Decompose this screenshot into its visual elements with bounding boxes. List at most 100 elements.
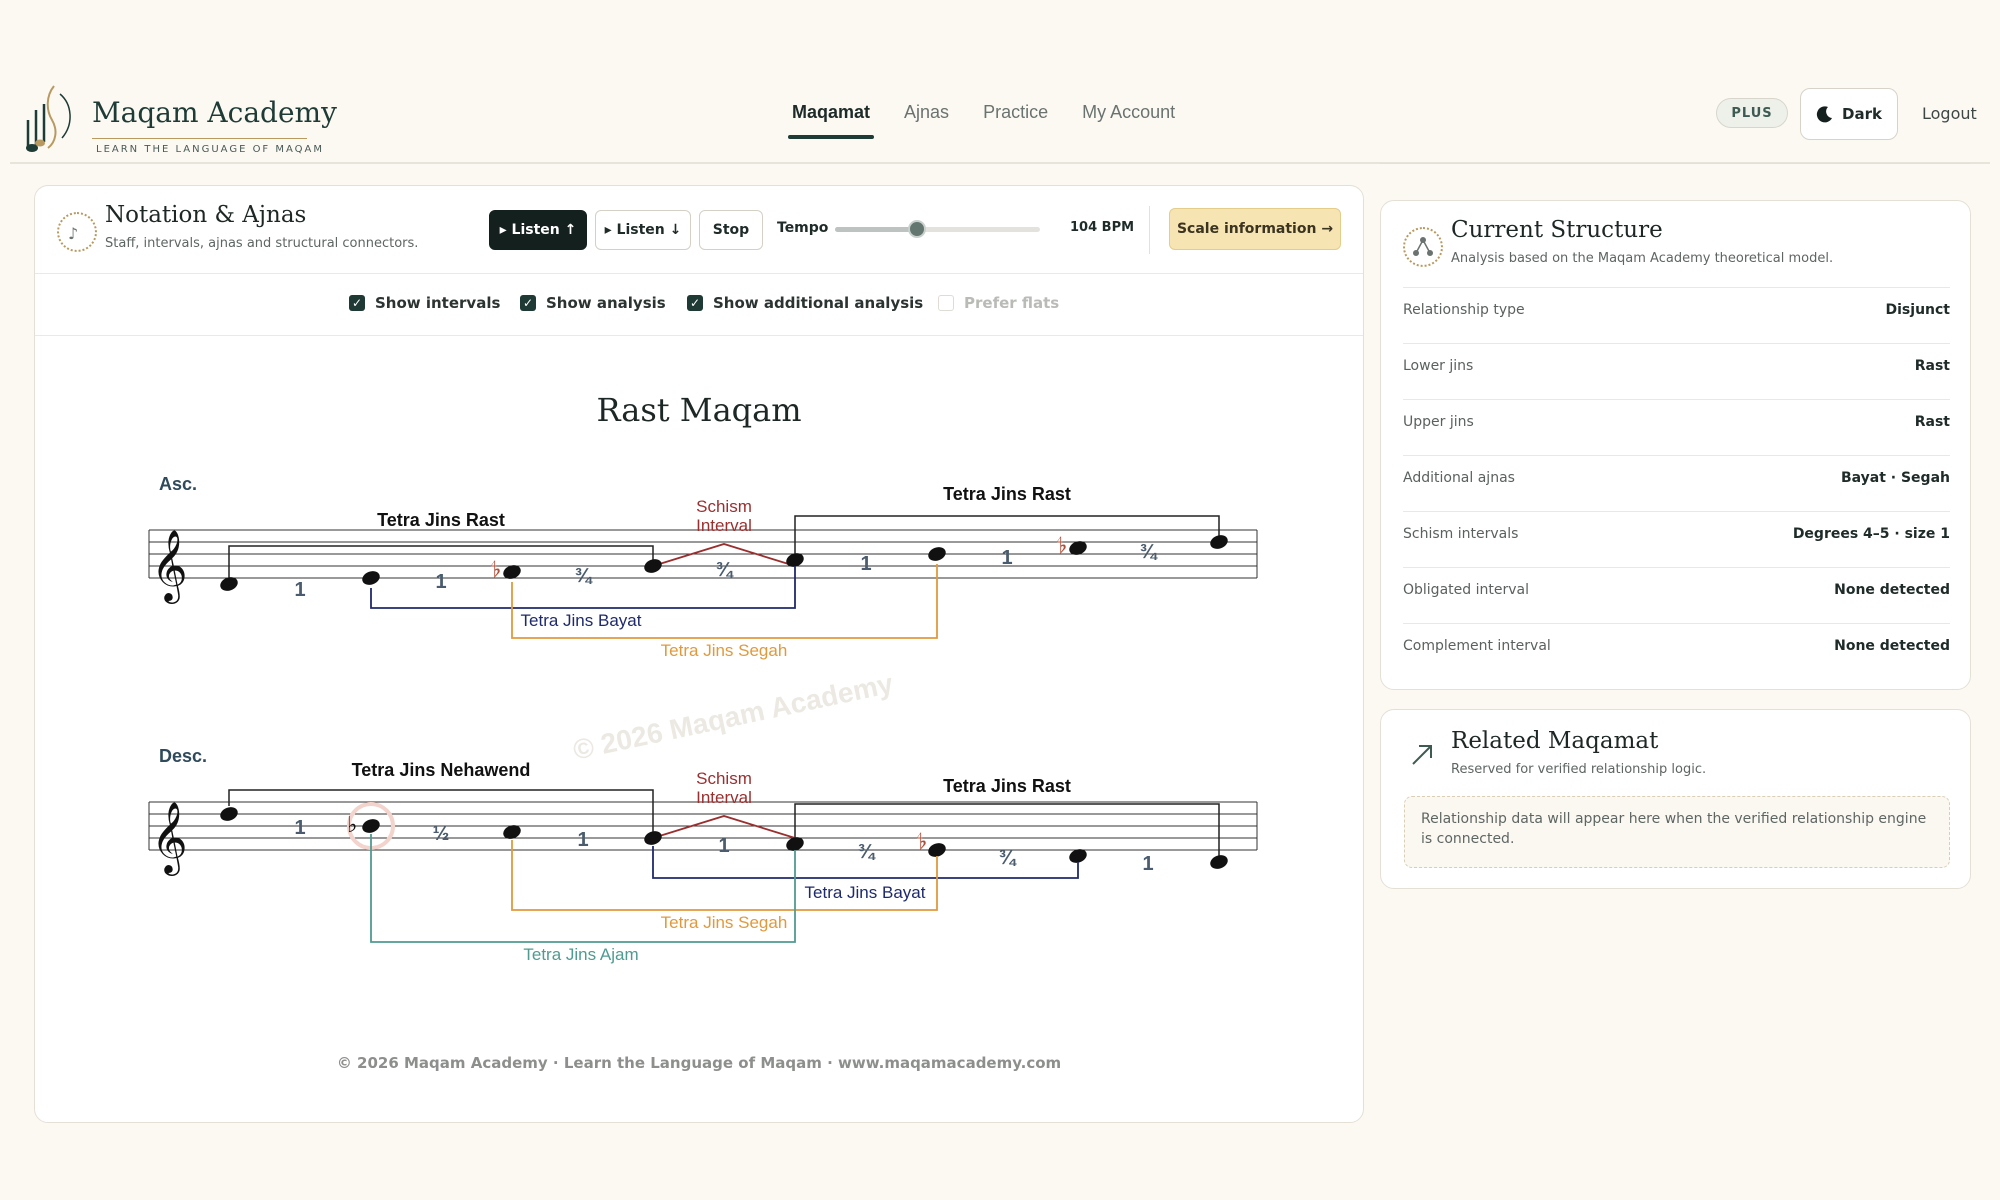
- display-options: ✓ Show intervals ✓ Show analysis ✓ Show …: [35, 274, 1363, 336]
- option-show-analysis[interactable]: ✓ Show analysis: [520, 294, 666, 312]
- plus-badge[interactable]: PLUS: [1716, 98, 1788, 128]
- half-flat-icon: 𝄳: [491, 560, 501, 582]
- arrow-up-right-icon: [1412, 745, 1432, 765]
- upper-jins-label: Tetra Jins Rast: [943, 484, 1071, 504]
- checkbox-checked-icon[interactable]: ✓: [520, 295, 536, 311]
- tempo-slider-thumb[interactable]: [908, 220, 926, 238]
- half-flat-icon: 𝄳: [1057, 536, 1067, 558]
- interval-label: ½: [433, 823, 450, 845]
- option-show-intervals[interactable]: ✓ Show intervals: [349, 294, 500, 312]
- option-show-additional-analysis[interactable]: ✓ Show additional analysis: [687, 294, 923, 312]
- row-key: Complement interval: [1403, 638, 1551, 654]
- treble-clef-icon: 𝄞: [151, 802, 188, 876]
- nav-item-maqamat[interactable]: Maqamat: [787, 102, 875, 139]
- structure-row-additional-ajnas: Additional ajnas Bayat · Segah: [1403, 455, 1950, 511]
- checkbox-checked-icon[interactable]: ✓: [687, 295, 703, 311]
- note: [362, 819, 380, 833]
- row-key: Lower jins: [1403, 358, 1474, 374]
- option-label: Prefer flats: [964, 294, 1060, 312]
- structure-row-relationship-type: Relationship type Disjunct: [1403, 287, 1950, 343]
- maqam-title: Rast Maqam: [596, 391, 801, 429]
- svg-text:♪: ♪: [68, 224, 78, 243]
- listen-ascending-button[interactable]: ▸ Listen ↑: [489, 210, 587, 250]
- related-placeholder-message: Relationship data will appear here when …: [1404, 796, 1950, 868]
- ascending-staff: Asc. 𝄞 Tetra Jins Rast Tetra Jins Rast S…: [148, 474, 1258, 660]
- interval-label: 1: [1142, 853, 1153, 875]
- note: [220, 807, 238, 821]
- bayat-jins-label: Tetra Jins Bayat: [805, 883, 926, 902]
- listen-descending-button[interactable]: ▸ Listen ↓: [595, 210, 691, 250]
- row-value: Rast: [1914, 358, 1950, 374]
- nav-item-my-account[interactable]: My Account: [1082, 102, 1175, 133]
- side-divider: [1380, 160, 1970, 164]
- descending-staff: Desc. 𝄞 Tetra Jins Nehawend Tetra Jins R…: [148, 746, 1258, 964]
- watermark: © 2026 Maqam Academy: [570, 668, 896, 766]
- structure-subtitle: Analysis based on the Maqam Academy theo…: [1451, 251, 1834, 266]
- interval-label: 1: [294, 817, 305, 839]
- nav-item-practice[interactable]: Practice: [983, 102, 1048, 133]
- descending-label: Desc.: [159, 746, 207, 766]
- notation-toolbar: ♪ Notation & Ajnas Staff, intervals, ajn…: [35, 186, 1363, 274]
- interval-label: ¾: [716, 559, 735, 581]
- tempo-slider[interactable]: [835, 220, 1040, 238]
- interval-label: ¾: [1140, 541, 1159, 563]
- notation-icon: ♪: [57, 212, 97, 252]
- staff-notation: Rast Maqam © 2026 Maqam Academy Asc. 𝄞 T…: [148, 391, 1258, 964]
- row-value: Degrees 4–5 · size 1: [1792, 526, 1950, 542]
- row-value: None detected: [1834, 582, 1950, 598]
- lower-jins-label: Tetra Jins Rast: [377, 510, 505, 530]
- schism-label-line2: Interval: [696, 516, 752, 535]
- note: [1210, 855, 1228, 869]
- note: [362, 571, 380, 585]
- note: [1210, 535, 1228, 549]
- checkbox-checked-icon[interactable]: ✓: [349, 295, 365, 311]
- moon-icon: [1816, 106, 1833, 123]
- option-label: Show additional analysis: [713, 294, 924, 312]
- segah-jins-label: Tetra Jins Segah: [661, 913, 788, 932]
- checkbox-unchecked-icon: [938, 295, 954, 311]
- row-key: Additional ajnas: [1403, 470, 1515, 486]
- scale-information-button[interactable]: Scale information →: [1169, 208, 1341, 250]
- note: [928, 547, 946, 561]
- related-subtitle: Reserved for verified relationship logic…: [1451, 762, 1707, 777]
- segah-jins-label: Tetra Jins Segah: [661, 641, 788, 660]
- row-key: Relationship type: [1403, 302, 1525, 318]
- logout-link[interactable]: Logout: [1922, 104, 1977, 123]
- note: [644, 559, 662, 573]
- tempo-value: 104 BPM: [1070, 220, 1135, 235]
- row-value: Rast: [1914, 414, 1950, 430]
- row-key: Upper jins: [1403, 414, 1474, 430]
- row-value: None detected: [1834, 638, 1950, 654]
- row-key: Obligated interval: [1403, 582, 1529, 598]
- related-title: Related Maqamat: [1451, 728, 1659, 754]
- row-value: Bayat · Segah: [1840, 470, 1950, 486]
- option-label: Show analysis: [546, 294, 666, 312]
- interval-label: 1: [294, 579, 305, 601]
- dark-mode-label: Dark: [1842, 105, 1882, 123]
- notation-title: Notation & Ajnas: [105, 202, 307, 228]
- interval-label: 1: [718, 835, 729, 857]
- bayat-jins-label: Tetra Jins Bayat: [521, 611, 642, 630]
- structure-row-schism-intervals: Schism intervals Degrees 4–5 · size 1: [1403, 511, 1950, 567]
- structure-row-lower-jins: Lower jins Rast: [1403, 343, 1950, 399]
- interval-label: 1: [1001, 547, 1012, 569]
- logo[interactable]: Maqam Academy LEARN THE LANGUAGE OF MAQA…: [16, 80, 337, 156]
- tempo-slider-fill: [835, 227, 917, 232]
- interval-label: 1: [577, 829, 588, 851]
- interval-label: ¾: [858, 841, 877, 863]
- structure-row-complement-interval: Complement interval None detected: [1403, 623, 1950, 679]
- interval-label: 1: [860, 553, 871, 575]
- schism-label-line1: Schism: [696, 769, 752, 788]
- note: [644, 831, 662, 845]
- schism-label-line1: Schism: [696, 497, 752, 516]
- flat-icon: ♭: [347, 812, 357, 837]
- dark-mode-button[interactable]: Dark: [1800, 88, 1898, 140]
- row-key: Schism intervals: [1403, 526, 1519, 542]
- lower-jins-label: Tetra Jins Nehawend: [352, 760, 531, 780]
- logo-tagline: LEARN THE LANGUAGE OF MAQAM: [96, 144, 324, 155]
- ascending-label: Asc.: [159, 474, 197, 494]
- stop-button[interactable]: Stop: [699, 210, 763, 250]
- structure-title: Current Structure: [1451, 217, 1663, 243]
- nav-item-ajnas[interactable]: Ajnas: [904, 102, 949, 133]
- structure-icon: [1403, 227, 1443, 267]
